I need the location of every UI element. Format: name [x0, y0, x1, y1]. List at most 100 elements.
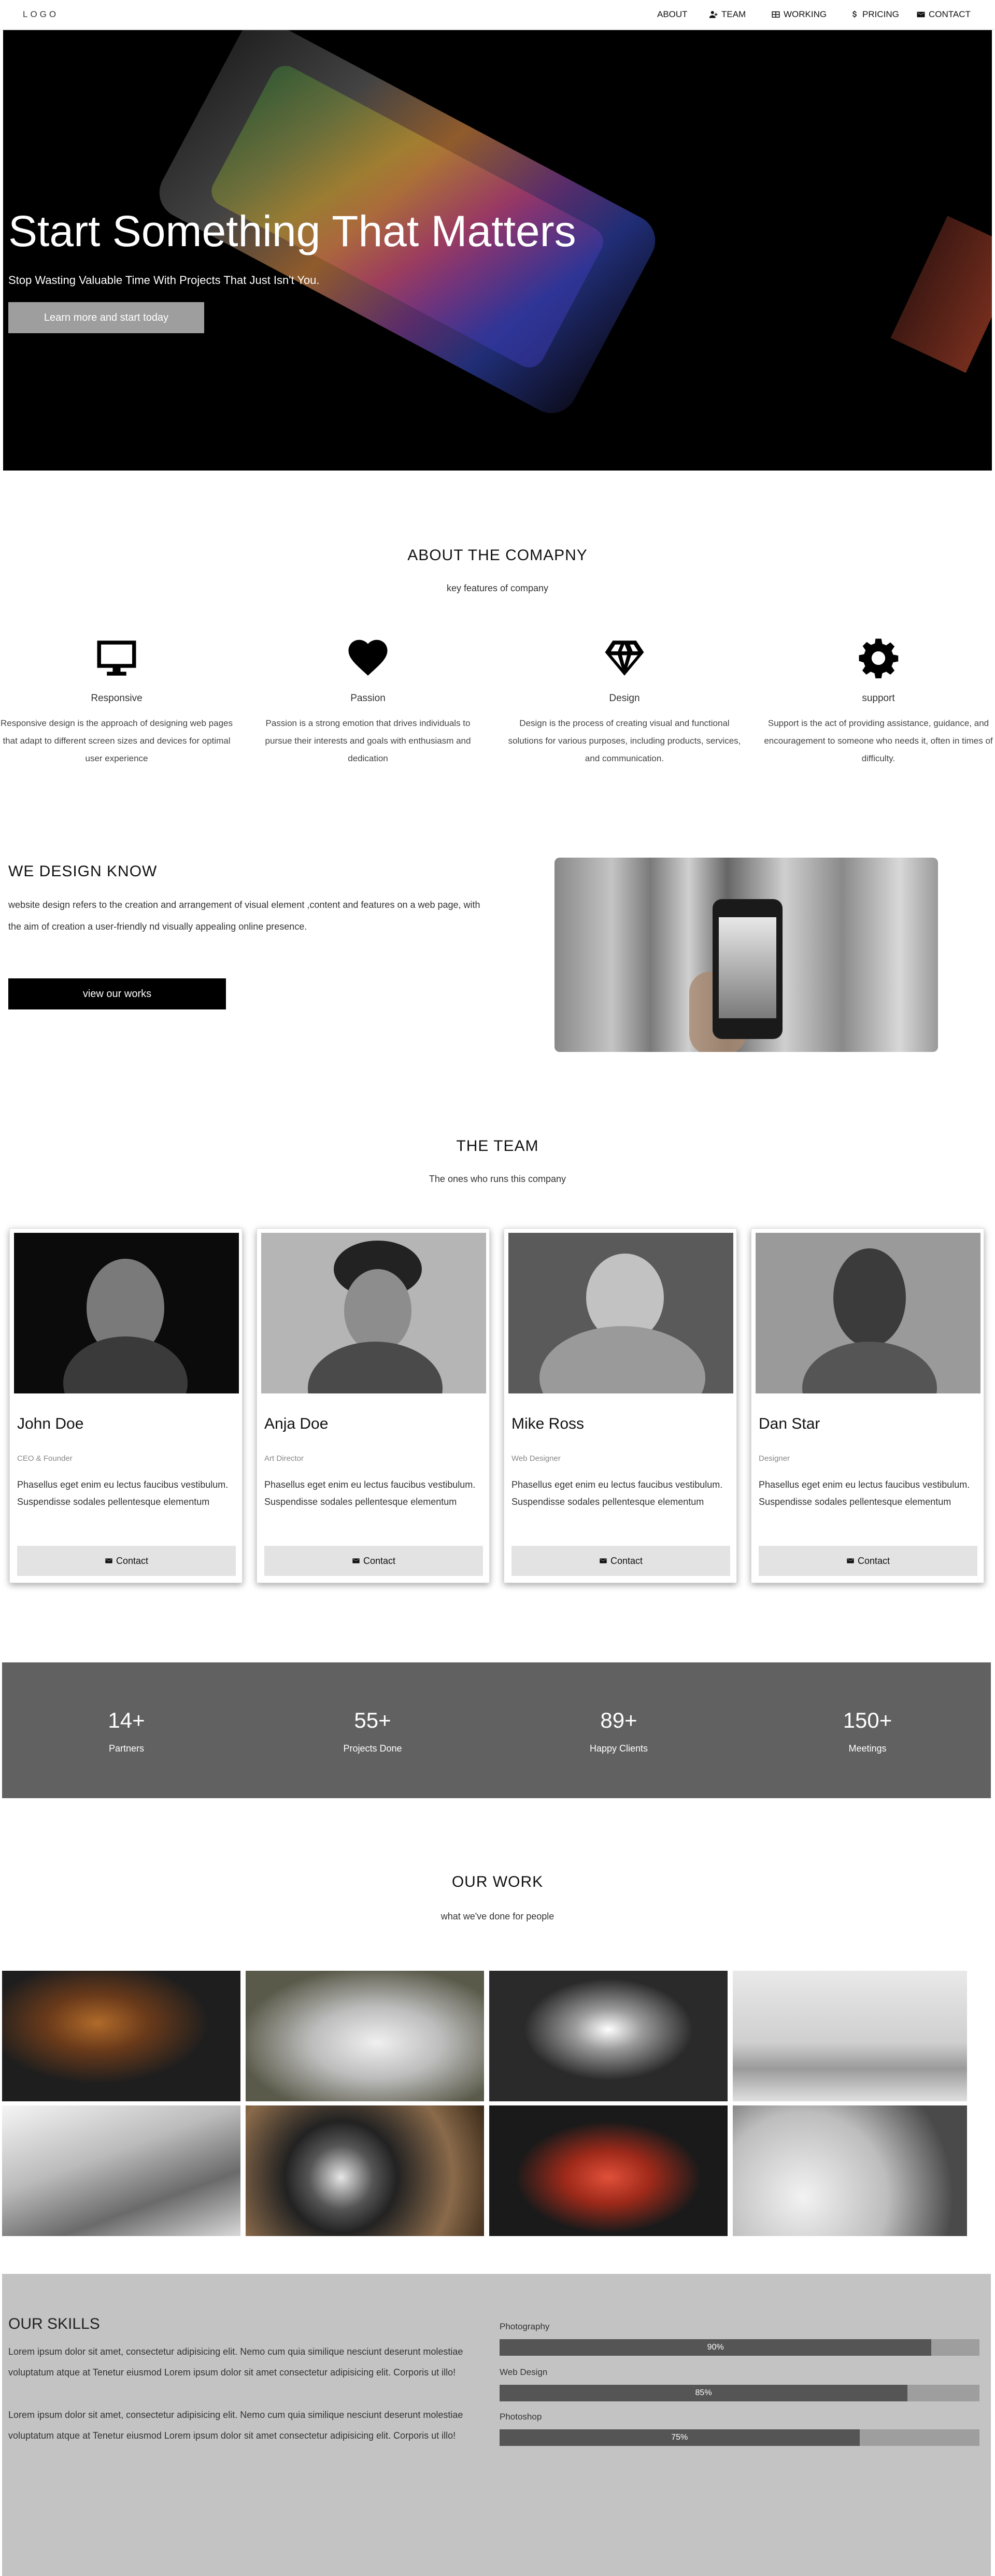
team-member-name: Dan Star	[759, 1415, 820, 1432]
skill-bar-fill: 85%	[500, 2385, 908, 2401]
navbar: LOGO ABOUT TEAM WORKING PRICING CONTACT	[0, 0, 995, 29]
about-title: ABOUT THE COMAPNY	[407, 547, 588, 564]
feature-description: Support is the act of providing assistan…	[764, 718, 993, 763]
skill-bar-fill: 90%	[500, 2339, 932, 2356]
feature-passion: Passion Passion is a strong emotion that…	[251, 635, 485, 767]
nav-link-label: PRICING	[862, 9, 899, 19]
heart-icon	[348, 639, 388, 676]
grid-icon	[772, 11, 780, 18]
work-item-turntable[interactable]	[733, 2105, 967, 2236]
portrait-face	[344, 1269, 411, 1352]
feature-title: Responsive	[91, 693, 143, 704]
stat-projects-done: 55+ Projects Done	[295, 1708, 450, 1754]
team-title: THE TEAM	[456, 1137, 539, 1155]
feature-description: Passion is a strong emotion that drives …	[265, 718, 471, 763]
work-subtitle: what we've done for people	[440, 1911, 555, 1922]
team-member-role: Art Director	[264, 1454, 304, 1463]
work-item-drone[interactable]	[489, 1971, 728, 2101]
team-member-name: Anja Doe	[264, 1415, 329, 1432]
skill-label: Photoshop	[500, 2412, 542, 2422]
nav-link-team[interactable]: TEAM	[709, 9, 746, 20]
work-item-tablet[interactable]	[2, 2105, 240, 2236]
portrait-body	[539, 1326, 705, 1393]
work-item-microphone[interactable]	[2, 1971, 240, 2101]
contact-button-label: Contact	[857, 1555, 890, 1566]
contact-button-label: Contact	[363, 1555, 396, 1566]
stat-value: 14+	[108, 1708, 145, 1732]
view-works-button[interactable]: view our works	[8, 978, 226, 1009]
team-subtitle: The ones who runs this company	[429, 1174, 566, 1184]
stats-section: 14+ Partners 55+ Projects Done 89+ Happy…	[2, 1662, 991, 1798]
contact-button-label: Contact	[116, 1555, 149, 1566]
nav-link-working[interactable]: WORKING	[771, 9, 827, 20]
team-photo	[508, 1233, 733, 1393]
phone-shape	[713, 899, 783, 1039]
skills-title: OUR SKILLS	[8, 2315, 100, 2332]
stat-value: 89+	[600, 1708, 637, 1732]
user-plus-icon	[709, 11, 718, 18]
team-member-description: Phasellus eget enim eu lectus faucibus v…	[511, 1479, 723, 1507]
team-member-name: Mike Ross	[511, 1415, 585, 1432]
stat-happy-clients: 89+ Happy Clients	[541, 1708, 696, 1754]
team-member-role: Web Designer	[511, 1454, 561, 1463]
skills-paragraph: Lorem ipsum dolor sit amet, consectetur …	[8, 2346, 463, 2378]
hero-cta-button[interactable]: Learn more and start today	[8, 302, 204, 333]
feature-design: Design Design is the process of creating…	[508, 635, 741, 767]
skill-bar-web-design: 85%	[500, 2385, 979, 2401]
gear-icon	[859, 638, 899, 678]
nav-link-label: TEAM	[721, 9, 746, 19]
skill-bar-fill: 75%	[500, 2429, 860, 2446]
stat-value: 55+	[354, 1708, 391, 1732]
we-design-image	[555, 858, 938, 1052]
nav-link-contact[interactable]: CONTACT	[916, 9, 971, 20]
nav-link-label: WORKING	[784, 9, 827, 19]
phone-screen	[719, 917, 776, 1018]
work-item-iphone[interactable]	[246, 1971, 484, 2101]
contact-button[interactable]: Contact	[264, 1546, 483, 1576]
about-subtitle: key features of company	[446, 583, 549, 593]
nav-link-pricing[interactable]: PRICING	[850, 9, 899, 20]
hero-subtitle: Stop Wasting Valuable Time With Projects…	[8, 274, 320, 287]
work-item-camera[interactable]	[246, 2105, 484, 2236]
nav-link-label: CONTACT	[929, 9, 971, 19]
envelope-icon	[917, 11, 925, 18]
team-card-mike-ross: Mike Ross Web Designer Phasellus eget en…	[504, 1228, 737, 1583]
team-photo	[261, 1233, 486, 1393]
logo[interactable]: LOGO	[23, 9, 59, 20]
contact-button-label: Contact	[610, 1555, 643, 1566]
skill-bar-photoshop: 75%	[500, 2429, 979, 2446]
work-item-typewriter[interactable]	[489, 2105, 728, 2236]
contact-button[interactable]: Contact	[759, 1546, 977, 1576]
stat-value: 150+	[843, 1708, 892, 1732]
feature-title: support	[862, 693, 895, 704]
team-photo	[14, 1233, 239, 1393]
envelope-icon	[352, 1558, 360, 1563]
skills-section: OUR SKILLS Lorem ipsum dolor sit amet, c…	[2, 2274, 991, 2576]
skill-bar-photography: 90%	[500, 2339, 979, 2356]
feature-responsive: Responsive Responsive design is the appr…	[0, 635, 233, 767]
portrait-body	[63, 1336, 188, 1393]
team-card-dan-star: Dan Star Designer Phasellus eget enim eu…	[751, 1228, 984, 1583]
envelope-icon	[847, 1558, 854, 1563]
nav-link-about[interactable]: ABOUT	[657, 9, 688, 20]
we-design-text: website design refers to the creation an…	[8, 900, 480, 932]
stat-partners: 14+ Partners	[49, 1708, 204, 1754]
team-member-description: Phasellus eget enim eu lectus faucibus v…	[759, 1479, 970, 1507]
hero-background-accent	[890, 216, 992, 373]
team-photo	[756, 1233, 980, 1393]
feature-description: Responsive design is the approach of des…	[1, 718, 233, 763]
team-member-name: John Doe	[17, 1415, 84, 1432]
stat-label: Meetings	[848, 1743, 887, 1754]
work-title: OUR WORK	[451, 1873, 544, 1890]
team-card-anja-doe: Anja Doe Art Director Phasellus eget eni…	[257, 1228, 490, 1583]
nav-link-label: ABOUT	[657, 9, 688, 19]
envelope-icon	[105, 1558, 112, 1563]
skills-paragraph: Lorem ipsum dolor sit amet, consectetur …	[8, 2410, 463, 2441]
team-card-john-doe: John Doe CEO & Founder Phasellus eget en…	[9, 1228, 243, 1583]
contact-button[interactable]: Contact	[511, 1546, 730, 1576]
skill-label: Photography	[500, 2322, 550, 2331]
work-item-sound-mixer[interactable]	[733, 1971, 967, 2101]
envelope-icon	[600, 1558, 607, 1563]
contact-button[interactable]: Contact	[17, 1546, 236, 1576]
we-design-title: WE DESIGN KNOW	[8, 863, 158, 880]
